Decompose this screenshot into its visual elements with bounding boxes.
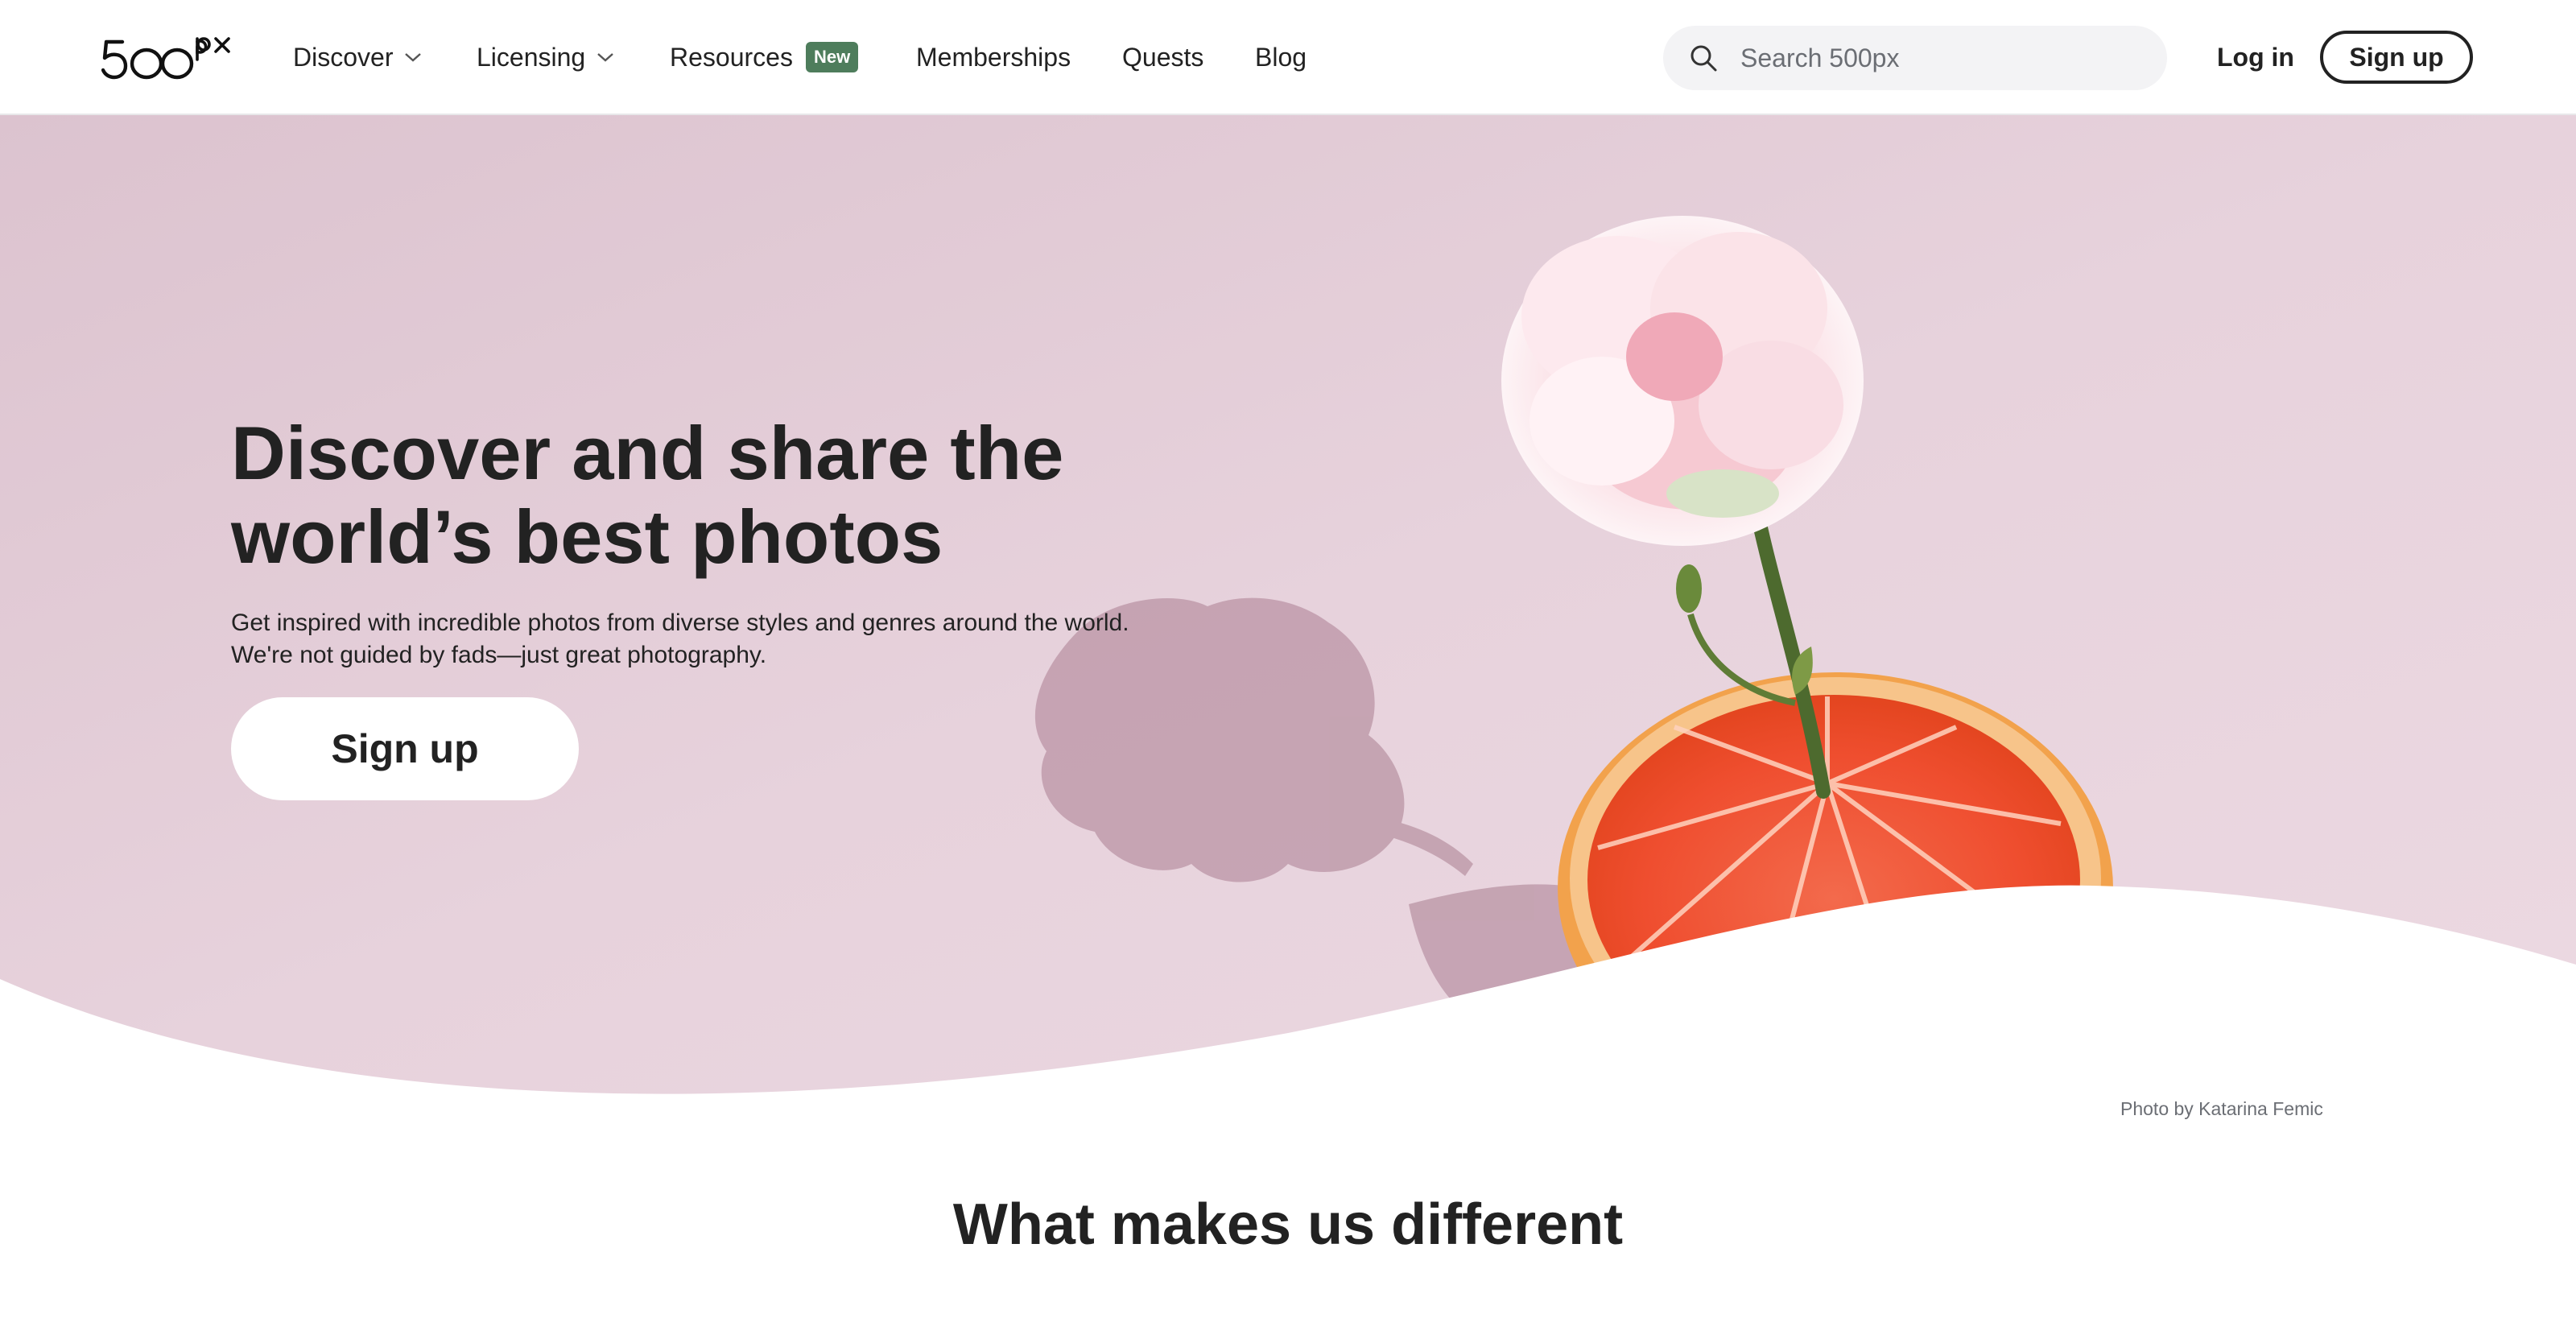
nav-discover[interactable]: Discover: [293, 39, 422, 76]
nav-quests-label: Quests: [1122, 42, 1204, 72]
section-title: What makes us different: [952, 1192, 1624, 1257]
carnation-flower: [1501, 216, 1864, 546]
nav-licensing[interactable]: Licensing: [477, 39, 614, 76]
nav-blog[interactable]: Blog: [1255, 39, 1307, 76]
nav-memberships-label: Memberships: [916, 42, 1071, 72]
nav-memberships[interactable]: Memberships: [916, 39, 1071, 76]
hero-title: Discover and share the world’s best phot…: [231, 411, 1064, 579]
chevron-down-icon: [597, 53, 614, 62]
nav-blog-label: Blog: [1255, 42, 1307, 72]
hero-section: Discover and share the world’s best phot…: [0, 115, 2576, 1122]
nav-licensing-label: Licensing: [477, 42, 586, 72]
chevron-down-icon: [405, 53, 422, 62]
site-header: 500px Discover Licensing Resources New M…: [0, 0, 2576, 115]
nav-resources[interactable]: Resources New: [670, 39, 859, 76]
hero-signup-button[interactable]: Sign up: [231, 697, 579, 800]
logo-500px[interactable]: 500px: [101, 35, 238, 81]
nav-quests[interactable]: Quests: [1122, 39, 1203, 76]
search-bar[interactable]: [1663, 26, 2167, 90]
login-link[interactable]: Log in: [2217, 39, 2294, 76]
signup-button-header[interactable]: Sign up: [2320, 31, 2473, 84]
hero-subtitle: Get inspired with incredible photos from…: [231, 610, 1129, 668]
photo-credit[interactable]: Photo by Katarina Femic: [2120, 1098, 2323, 1120]
nav-discover-label: Discover: [293, 42, 394, 72]
new-badge: New: [805, 42, 859, 72]
nav-resources-label: Resources: [670, 42, 793, 72]
search-icon: [1690, 45, 1717, 72]
search-input[interactable]: [1739, 42, 2128, 74]
